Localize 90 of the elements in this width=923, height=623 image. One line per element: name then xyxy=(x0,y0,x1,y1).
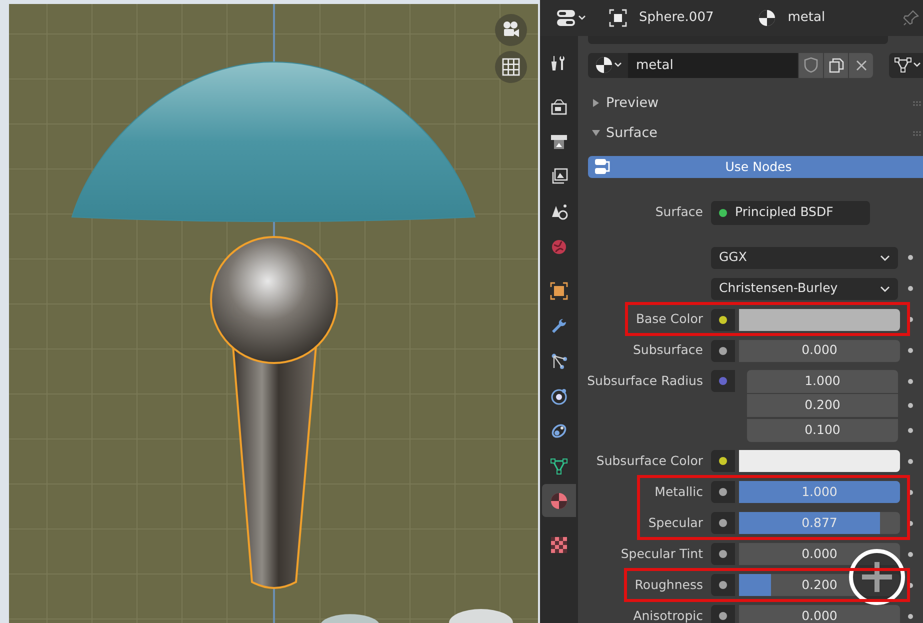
object-icon xyxy=(609,9,627,27)
object-name: Sphere.007 xyxy=(639,9,714,28)
property-label: Subsurface Radius xyxy=(587,372,703,390)
node-tree-icon xyxy=(594,158,612,176)
duplicate-button[interactable] xyxy=(824,52,848,78)
chevron-icon xyxy=(880,254,890,260)
socket-button[interactable] xyxy=(711,481,735,503)
caret-icon xyxy=(614,62,622,68)
keyframe-dot[interactable] xyxy=(908,428,913,433)
wrench-icon xyxy=(550,316,568,334)
pin-icon[interactable] xyxy=(903,10,919,26)
caret-icon xyxy=(578,15,586,21)
material-name-field[interactable]: metal xyxy=(628,52,798,78)
camera-icon xyxy=(501,21,521,39)
material-name: metal xyxy=(788,9,826,28)
shader-field[interactable]: Principled BSDF xyxy=(711,200,870,224)
socket-button[interactable] xyxy=(711,543,735,565)
sphere-drawing xyxy=(321,614,379,623)
particles-icon xyxy=(550,352,568,370)
keyframe-dot[interactable] xyxy=(908,490,913,494)
dropdown[interactable]: GGX xyxy=(711,246,898,268)
socket-button[interactable] xyxy=(711,605,735,623)
property-label: Anisotropic xyxy=(633,608,703,623)
collapsed-triangle-icon xyxy=(591,98,601,108)
globe-icon xyxy=(550,238,568,256)
keyframe-dot[interactable] xyxy=(908,348,913,353)
sphere-drawing xyxy=(449,609,513,623)
keyframe-dot[interactable] xyxy=(908,286,913,291)
number-field[interactable]: 0.200 xyxy=(747,394,898,418)
drag-handle-icon xyxy=(913,130,921,137)
image-stack-icon xyxy=(550,168,568,186)
dropdown[interactable]: Christensen-Burley xyxy=(711,278,898,300)
copy-icon xyxy=(828,58,844,72)
color-swatch[interactable] xyxy=(739,450,900,472)
keyframe-dot[interactable] xyxy=(908,458,913,464)
material-icon xyxy=(594,56,612,74)
render-icon xyxy=(550,98,568,116)
socket-button[interactable] xyxy=(711,450,735,472)
number-field[interactable]: 0.100 xyxy=(747,418,898,442)
editor-icon xyxy=(556,9,576,27)
socket-button[interactable] xyxy=(711,308,735,330)
material-icon xyxy=(758,9,776,27)
shield-icon xyxy=(804,57,818,73)
browse-material-button[interactable] xyxy=(588,52,628,78)
color-swatch[interactable] xyxy=(739,308,900,330)
keyframe-dot[interactable] xyxy=(908,403,913,408)
close-icon xyxy=(856,60,866,70)
expanded-triangle-icon xyxy=(591,128,601,138)
value-slider[interactable]: 0.877 xyxy=(739,512,900,534)
value-slider[interactable]: 0.000 xyxy=(739,340,900,362)
property-label: Base Color xyxy=(636,311,703,326)
use-nodes-button[interactable]: Use Nodes xyxy=(588,156,923,178)
keyframe-dot[interactable] xyxy=(908,552,913,556)
socket-button[interactable] xyxy=(711,340,735,362)
node-tree-button[interactable] xyxy=(889,52,923,78)
printer-icon xyxy=(550,132,568,150)
property-label: Metallic xyxy=(654,484,703,499)
node-icon xyxy=(894,57,912,73)
number-field[interactable]: 1.000 xyxy=(747,370,898,393)
property-label: Roughness xyxy=(634,576,703,592)
material-sphere-icon xyxy=(550,492,568,510)
value-slider[interactable]: 1.000 xyxy=(739,481,900,503)
unlink-button[interactable] xyxy=(849,52,873,78)
orbit-icon xyxy=(550,386,568,404)
square-icon xyxy=(550,282,568,300)
properties-tab[interactable] xyxy=(542,484,576,517)
keyframe-dot[interactable] xyxy=(908,378,913,384)
fake-user-button[interactable] xyxy=(799,52,823,78)
property-label: Specular xyxy=(648,514,703,530)
property-label: Subsurface Color xyxy=(596,452,703,468)
drag-handle-icon xyxy=(913,100,921,107)
keyframe-dot[interactable] xyxy=(908,255,913,260)
property-label: Specular Tint xyxy=(620,546,703,561)
socket-button[interactable] xyxy=(711,574,735,596)
keyframe-dot[interactable] xyxy=(908,582,913,588)
grid-view-button[interactable] xyxy=(495,51,527,83)
keyframe-dot[interactable] xyxy=(908,614,913,618)
keyframe-dot[interactable] xyxy=(908,317,913,322)
value-slider[interactable]: 0.000 xyxy=(739,605,900,623)
camera-button[interactable] xyxy=(495,14,527,46)
chevron-icon xyxy=(880,286,890,292)
grid-icon xyxy=(502,58,520,76)
triangle-icon xyxy=(550,456,568,474)
property-label: Surface xyxy=(655,204,703,220)
caret-icon xyxy=(912,62,920,68)
property-label: Subsurface xyxy=(633,342,703,358)
socket-button[interactable] xyxy=(711,512,735,534)
keyframe-dot[interactable] xyxy=(908,520,913,526)
scene-icon xyxy=(550,202,568,220)
checker-icon xyxy=(550,536,568,554)
